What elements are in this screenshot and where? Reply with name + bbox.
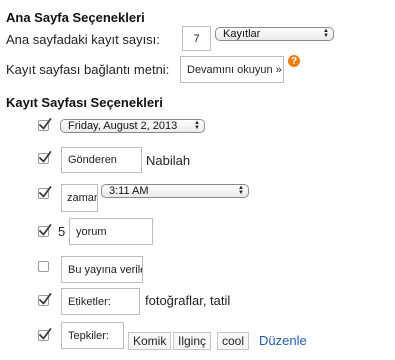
post-link-input[interactable]: Devamını okuyun » (180, 56, 284, 83)
help-icon[interactable]: ? (288, 55, 300, 67)
reactions-checkbox[interactable] (38, 328, 52, 341)
checkmark-icon (39, 224, 52, 236)
post-link-label: Kayıt sayfası bağlantı metni: (6, 62, 170, 77)
time-field-input[interactable]: zaman (61, 184, 98, 212)
posts-count-input[interactable]: 7 (182, 26, 211, 51)
home-options-heading: Ana Sayfa Seçenekleri (6, 10, 145, 25)
post-options-heading: Kayıt Sayfası Seçenekleri (6, 95, 163, 110)
checkmark-icon (39, 293, 52, 305)
checkmark-icon (39, 186, 52, 198)
labels-field-input[interactable]: Etiketler: (61, 288, 140, 315)
posts-count-label: Ana sayfadaki kayıt sayısı: (6, 32, 160, 47)
labels-checkbox[interactable] (38, 293, 52, 306)
date-select-value: Friday, August 2, 2013 (68, 120, 178, 132)
checkmark-icon (39, 118, 52, 130)
sender-field-input[interactable]: Gönderen (61, 147, 142, 173)
time-checkbox[interactable] (38, 186, 52, 199)
edit-reactions-link[interactable]: Düzenle (259, 333, 307, 348)
posts-unit-value: Kayıtlar (223, 28, 261, 40)
sender-name: Nabilah (146, 153, 191, 168)
select-arrows-icon: ▲ ▼ (194, 120, 200, 131)
share-field-input[interactable]: Bu yayına verile (61, 256, 143, 283)
reaction-chip[interactable]: cool (217, 332, 250, 350)
date-select[interactable]: Friday, August 2, 2013 ▲ ▼ (60, 119, 205, 133)
select-arrows-icon: ▲ ▼ (323, 28, 329, 39)
share-checkbox[interactable] (38, 261, 49, 272)
comment-count: 5 (58, 224, 66, 239)
comments-checkbox[interactable] (38, 224, 52, 237)
checkmark-icon (39, 151, 52, 163)
labels-value: fotoğraflar, tatil (145, 293, 231, 308)
time-select[interactable]: 3:11 AM ▲ ▼ (101, 184, 249, 198)
date-checkbox[interactable] (38, 118, 52, 131)
reactions-field-input[interactable]: Tepkiler: (61, 322, 124, 349)
time-select-value: 3:11 AM (109, 185, 149, 197)
reaction-chip[interactable]: Ilginç (173, 332, 212, 350)
comments-field-input[interactable]: yorum (69, 218, 153, 245)
reaction-chip[interactable]: Komik (128, 332, 172, 350)
sender-checkbox[interactable] (38, 151, 52, 164)
posts-unit-select[interactable]: Kayıtlar ▲ ▼ (215, 27, 334, 41)
checkmark-icon (39, 328, 52, 340)
select-arrows-icon: ▲ ▼ (238, 185, 244, 196)
